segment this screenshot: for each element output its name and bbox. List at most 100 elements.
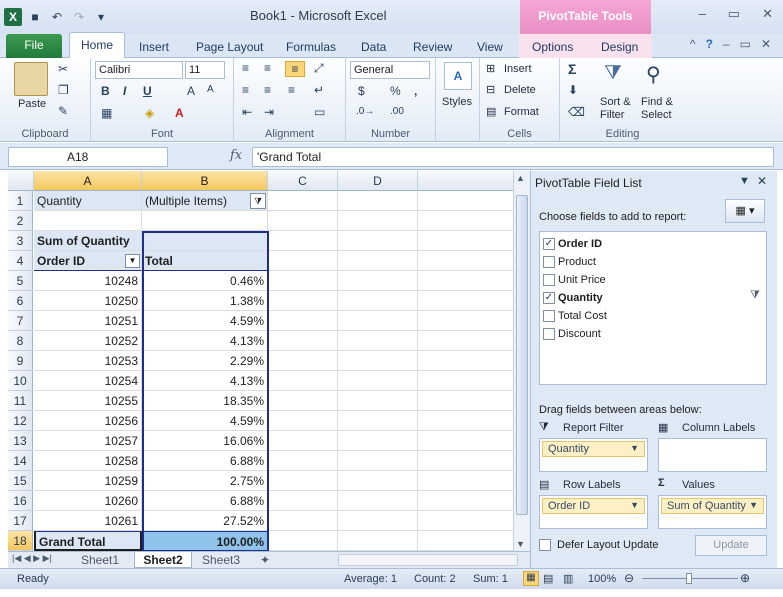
fill-icon[interactable]: ⬇ — [568, 83, 578, 97]
cell[interactable] — [338, 271, 418, 291]
cell-percent[interactable]: 4.13% — [142, 331, 268, 351]
cell[interactable] — [418, 531, 513, 551]
cell-order-id[interactable]: 10253 — [34, 351, 142, 371]
cell-order-id[interactable]: 10256 — [34, 411, 142, 431]
cell[interactable] — [418, 411, 513, 431]
pane-menu-icon[interactable]: ▼ — [739, 175, 750, 187]
font-name-combo[interactable]: Calibri — [95, 61, 183, 79]
italic-icon[interactable]: I — [123, 84, 126, 98]
tab-formulas[interactable]: Formulas — [286, 37, 336, 58]
cell[interactable] — [338, 471, 418, 491]
customize-qat-icon[interactable]: ▾ — [92, 8, 110, 26]
cell[interactable] — [268, 471, 338, 491]
row-header-17[interactable]: 17 — [8, 511, 33, 531]
scroll-up-icon[interactable]: ▲ — [516, 173, 525, 183]
cell-pivot-header[interactable] — [142, 231, 268, 251]
autosum-icon[interactable]: Σ — [568, 61, 576, 77]
cell[interactable] — [338, 311, 418, 331]
field-checkbox[interactable] — [543, 273, 555, 286]
update-button[interactable]: Update — [695, 535, 767, 556]
sheet-tab-sheet2[interactable]: Sheet2 — [134, 552, 192, 568]
page-layout-view-icon[interactable]: ▤ — [543, 572, 553, 585]
underline-icon[interactable]: U — [143, 84, 152, 98]
format-cells-icon[interactable]: ▤ — [486, 105, 496, 118]
zoom-level[interactable]: 100% — [588, 573, 616, 585]
save-icon[interactable]: ■ — [26, 8, 44, 26]
formula-input[interactable]: 'Grand Total — [252, 147, 774, 167]
column-header-b[interactable]: B — [142, 171, 268, 191]
field-item[interactable]: Discount — [543, 325, 601, 342]
maximize-icon[interactable]: ▭ — [728, 6, 740, 22]
paste-button[interactable]: Paste — [18, 98, 46, 110]
cell-order-id[interactable]: 10259 — [34, 471, 142, 491]
align-bottom-icon[interactable]: ≡ — [285, 61, 305, 77]
cell[interactable] — [268, 411, 338, 431]
row-header-18[interactable]: 18 — [8, 531, 33, 551]
sheet-tab-sheet3[interactable]: Sheet3 — [202, 552, 240, 568]
field-checkbox[interactable] — [543, 309, 555, 322]
cell[interactable] — [268, 531, 338, 551]
values-area[interactable]: Sum of Quantity ▼ — [658, 495, 767, 529]
help-icon[interactable]: ? — [706, 37, 713, 51]
defer-checkbox-box[interactable] — [539, 539, 551, 551]
layout-options-icon[interactable]: ▦ ▾ — [725, 199, 765, 223]
sheet-nav-icons[interactable]: |◀ ◀ ▶ ▶| — [12, 552, 52, 568]
column-header-a[interactable]: A — [34, 171, 142, 191]
cell-percent[interactable]: 18.35% — [142, 391, 268, 411]
cell-order-id[interactable]: 10258 — [34, 451, 142, 471]
report-filter-pill[interactable]: Quantity ▼ — [542, 441, 645, 457]
row-header-13[interactable]: 13 — [8, 431, 33, 451]
tab-design[interactable]: Design — [601, 37, 638, 58]
spreadsheet-grid[interactable]: A B C D 1 2 3 4 5 6 7 8 9 10 11 12 13 14 15 16 17 18 Quantity(… — [8, 171, 513, 551]
row-header-9[interactable]: 9 — [8, 351, 33, 371]
column-header-c[interactable]: C — [268, 171, 338, 191]
cell-percent[interactable]: 4.13% — [142, 371, 268, 391]
decrease-indent-icon[interactable]: ⇤ — [242, 105, 252, 119]
cell[interactable] — [338, 391, 418, 411]
cell[interactable] — [268, 271, 338, 291]
row-header-6[interactable]: 6 — [8, 291, 33, 311]
close-icon[interactable]: ✕ — [762, 6, 773, 22]
field-checkbox[interactable]: ✓ — [543, 237, 555, 250]
page-break-view-icon[interactable]: ▥ — [563, 572, 573, 585]
font-color-icon[interactable]: A — [175, 106, 184, 120]
cell-order-id[interactable]: 10260 — [34, 491, 142, 511]
row-header-3[interactable]: 3 — [8, 231, 33, 251]
tab-view[interactable]: View — [477, 37, 503, 58]
align-middle-icon[interactable]: ≡ — [264, 61, 271, 75]
zoom-slider-thumb[interactable] — [686, 573, 692, 584]
row-header-5[interactable]: 5 — [8, 271, 33, 291]
row-header-14[interactable]: 14 — [8, 451, 33, 471]
insert-sheet-icon[interactable]: ✦ — [260, 552, 270, 568]
row-labels-area[interactable]: Order ID ▼ — [539, 495, 648, 529]
scroll-down-icon[interactable]: ▼ — [516, 539, 525, 549]
font-size-combo[interactable]: 11 — [185, 61, 225, 79]
cell-percent[interactable]: 2.29% — [142, 351, 268, 371]
format-painter-icon[interactable]: ✎ — [58, 104, 68, 118]
cell[interactable] — [418, 211, 513, 231]
dropdown-icon[interactable]: ▼ — [749, 500, 758, 510]
cell[interactable] — [418, 231, 513, 251]
cell[interactable] — [268, 391, 338, 411]
collapse-ribbon-icon[interactable]: ^ — [690, 37, 696, 51]
cell-percent[interactable]: 4.59% — [142, 311, 268, 331]
doc-restore-icon[interactable]: ▭ — [740, 37, 751, 51]
vertical-scrollbar[interactable]: ▲ ▼ — [513, 171, 530, 551]
decrease-decimal-icon[interactable]: .00 — [390, 106, 404, 117]
cell[interactable] — [268, 371, 338, 391]
undo-icon[interactable]: ↶ — [48, 8, 66, 26]
row-header-4[interactable]: 4 — [8, 251, 33, 271]
find-select-icon[interactable]: ⚲ — [646, 62, 661, 87]
cell[interactable] — [268, 251, 338, 271]
wrap-text-icon[interactable]: ↵ — [314, 83, 324, 97]
pane-close-icon[interactable]: ✕ — [757, 174, 767, 188]
insert-function-icon[interactable]: fx — [230, 148, 242, 163]
cell-percent[interactable]: 6.88% — [142, 451, 268, 471]
cell[interactable] — [418, 371, 513, 391]
cell[interactable] — [418, 331, 513, 351]
cell[interactable] — [268, 491, 338, 511]
increase-decimal-icon[interactable]: .0→ — [356, 106, 374, 117]
cell[interactable] — [338, 351, 418, 371]
cell[interactable] — [268, 291, 338, 311]
cut-icon[interactable]: ✂ — [58, 62, 68, 76]
